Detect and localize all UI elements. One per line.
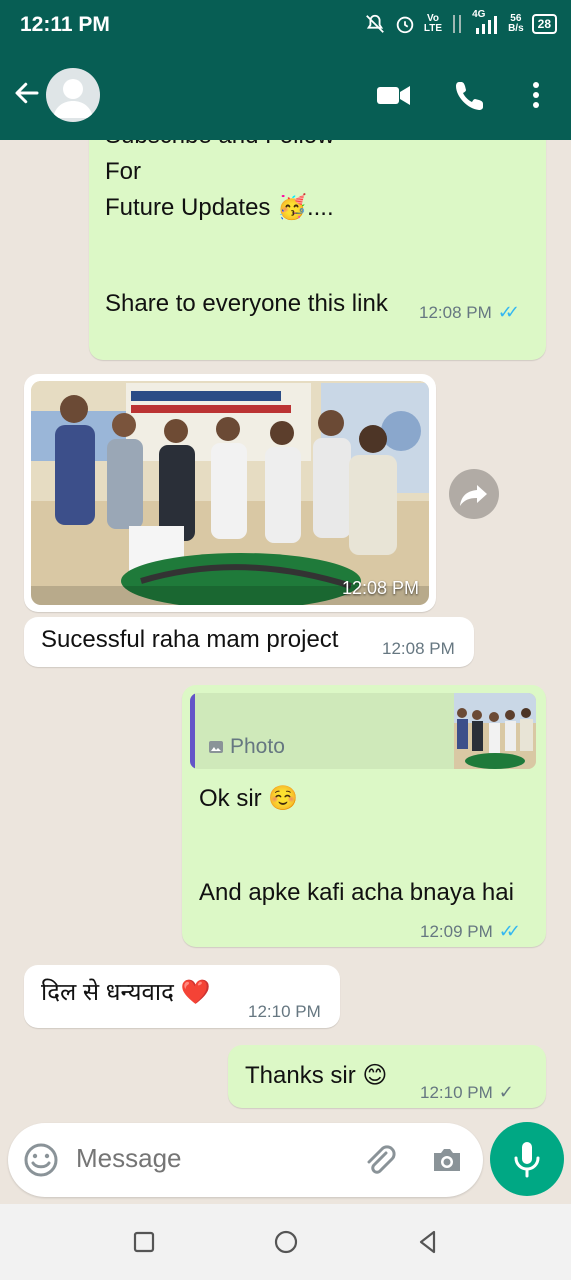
message-incoming[interactable]: दिल से धन्यवाद ❤️ 12:10 PM [24, 965, 340, 1028]
data-transfer-icon [453, 15, 462, 33]
image-icon [209, 741, 223, 753]
message-time: 12:08 PM [419, 302, 492, 322]
message-text: Thanks sir 😊 [245, 1062, 388, 1089]
network-speed: 56 B/s [508, 13, 524, 34]
message-time: 12:10 PM [420, 1082, 493, 1102]
message-photo[interactable]: 12:08 PM [31, 381, 429, 605]
default-avatar-icon [53, 79, 93, 118]
emoji-icon[interactable] [22, 1141, 60, 1179]
read-receipt-icon: ✓✓ [497, 302, 520, 322]
recent-apps-icon[interactable] [130, 1228, 158, 1256]
message-meta: 12:09 PM ✓✓ [420, 921, 521, 942]
sent-tick-icon: ✓ [498, 1082, 514, 1102]
chat-header [0, 50, 571, 140]
message-line: Share to everyone this link [105, 290, 388, 317]
message-time: 12:08 PM [382, 639, 455, 658]
message-incoming-photo[interactable]: 12:08 PM [24, 374, 436, 612]
message-line: Subscribe and Follow [105, 140, 334, 154]
message-text: Sucessful raha mam project [41, 626, 339, 653]
back-nav-icon[interactable] [414, 1228, 442, 1256]
mute-notifications-icon [366, 14, 384, 33]
message-list[interactable]: Subscribe and Follow For Future Updates … [0, 140, 571, 1125]
message-meta: 12:08 PM ✓✓ [419, 302, 520, 323]
group-photo-image [31, 381, 429, 605]
message-outgoing-reply[interactable]: Photo Ok sir ☺️ And apke kafi acha bnaya… [182, 685, 546, 947]
quote-thumbnail [454, 693, 536, 769]
quote-accent-bar [190, 693, 195, 769]
battery-indicator: 28 [531, 14, 557, 34]
quote-label: Photo [208, 735, 285, 759]
forward-icon [460, 485, 487, 506]
message-line: Future Updates 🥳.... [105, 194, 334, 221]
home-icon[interactable] [272, 1228, 300, 1256]
message-line: For [105, 158, 141, 185]
message-time: 12:10 PM [248, 1002, 321, 1021]
forward-button[interactable] [449, 469, 499, 519]
status-time: 12:11 PM [20, 13, 110, 36]
status-bar: 12:11 PM Vo LTE 4G 56 B/s 28 [0, 0, 571, 50]
system-navigation-bar [0, 1204, 571, 1280]
status-icons: Vo LTE 4G 56 B/s 28 [364, 9, 557, 36]
phone-icon[interactable] [452, 78, 488, 112]
message-line: Ok sir ☺️ [199, 785, 299, 812]
message-composer [8, 1123, 483, 1197]
message-line: And apke kafi acha bnaya hai [199, 879, 514, 906]
alarm-icon [396, 16, 414, 34]
volte-indicator: Vo LTE [423, 13, 443, 34]
contact-avatar[interactable] [46, 68, 100, 122]
quoted-message[interactable]: Photo [190, 693, 536, 769]
message-text: दिल से धन्यवाद ❤️ [41, 979, 211, 1006]
camera-icon[interactable] [428, 1141, 466, 1179]
message-meta: 12:08 PM [382, 639, 455, 659]
message-time: 12:09 PM [420, 921, 493, 941]
voice-record-button[interactable] [490, 1122, 564, 1196]
message-meta: 12:10 PM [248, 1002, 321, 1022]
video-camera-icon[interactable] [376, 78, 412, 112]
message-input[interactable] [76, 1143, 346, 1174]
message-outgoing[interactable]: Subscribe and Follow For Future Updates … [89, 140, 546, 360]
photo-time: 12:08 PM [341, 578, 419, 598]
signal-icon: 4G [472, 9, 500, 36]
more-vertical-icon[interactable] [518, 78, 554, 112]
microphone-icon [514, 1142, 540, 1178]
paperclip-icon[interactable] [360, 1141, 398, 1179]
message-meta: 12:10 PM ✓ [420, 1082, 514, 1103]
arrow-left-icon[interactable] [12, 78, 42, 108]
message-incoming[interactable]: Sucessful raha mam project 12:08 PM [24, 617, 474, 667]
message-outgoing[interactable]: Thanks sir 😊 12:10 PM ✓ [228, 1045, 546, 1108]
read-receipt-icon: ✓✓ [498, 921, 521, 941]
